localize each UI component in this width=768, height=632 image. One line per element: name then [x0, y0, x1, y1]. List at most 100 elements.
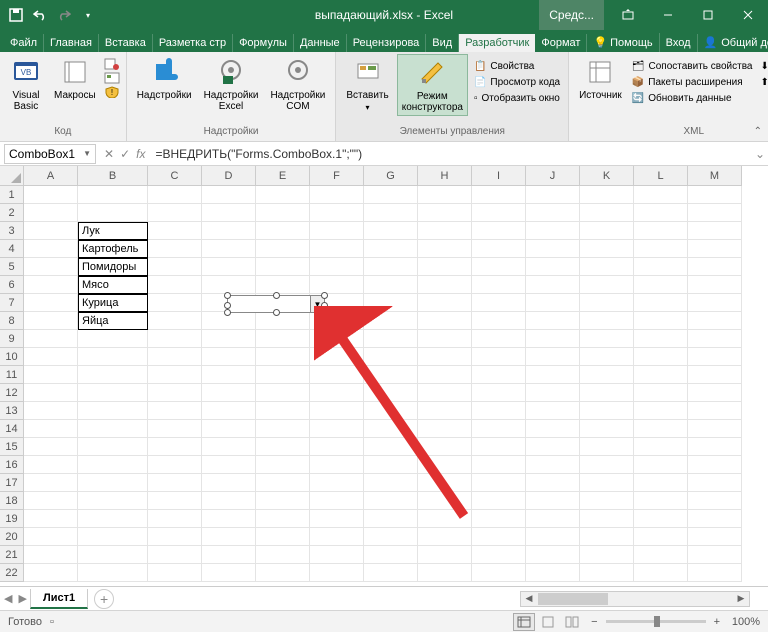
- cell[interactable]: [202, 258, 256, 276]
- cell[interactable]: [310, 528, 364, 546]
- cell[interactable]: [202, 204, 256, 222]
- cell[interactable]: [310, 222, 364, 240]
- cell[interactable]: [418, 456, 472, 474]
- save-icon[interactable]: [8, 7, 24, 23]
- cell[interactable]: [580, 222, 634, 240]
- cell[interactable]: [526, 438, 580, 456]
- cell[interactable]: [310, 348, 364, 366]
- cell[interactable]: [472, 384, 526, 402]
- cell[interactable]: [256, 438, 310, 456]
- cell[interactable]: [472, 546, 526, 564]
- tab-data[interactable]: Данные: [294, 34, 347, 52]
- cell[interactable]: [202, 546, 256, 564]
- cell[interactable]: [418, 240, 472, 258]
- resize-handle[interactable]: [321, 302, 328, 309]
- cell[interactable]: [526, 186, 580, 204]
- cell[interactable]: [688, 564, 742, 582]
- macro-security-icon[interactable]: !: [104, 86, 120, 98]
- cell[interactable]: [634, 546, 688, 564]
- cell[interactable]: [526, 528, 580, 546]
- cell[interactable]: [148, 348, 202, 366]
- collapse-ribbon-icon[interactable]: ⌃: [754, 126, 762, 137]
- cell[interactable]: [526, 258, 580, 276]
- column-header[interactable]: C: [148, 166, 202, 186]
- cell[interactable]: [24, 528, 78, 546]
- qat-customize-icon[interactable]: ▾: [80, 7, 96, 23]
- cell[interactable]: [688, 510, 742, 528]
- source-button[interactable]: Источник: [575, 54, 626, 103]
- row-header[interactable]: 16: [0, 456, 24, 474]
- row-header[interactable]: 1: [0, 186, 24, 204]
- cell[interactable]: [256, 330, 310, 348]
- tab-view[interactable]: Вид: [426, 34, 459, 52]
- cell[interactable]: [418, 420, 472, 438]
- cell-b7[interactable]: Курица: [78, 294, 148, 312]
- row-header[interactable]: 10: [0, 348, 24, 366]
- sheet-tab[interactable]: Лист1: [30, 589, 88, 609]
- cell[interactable]: [202, 240, 256, 258]
- cell[interactable]: [418, 528, 472, 546]
- cell[interactable]: [202, 420, 256, 438]
- record-macro-icon[interactable]: [104, 58, 120, 70]
- cell[interactable]: [364, 420, 418, 438]
- cell[interactable]: [364, 510, 418, 528]
- scroll-right-icon[interactable]: ▶: [733, 592, 749, 606]
- cell[interactable]: [580, 330, 634, 348]
- cell[interactable]: [472, 366, 526, 384]
- cell[interactable]: [310, 366, 364, 384]
- cell[interactable]: [148, 456, 202, 474]
- cell[interactable]: [256, 204, 310, 222]
- formula-input[interactable]: =ВНЕДРИТЬ("Forms.ComboBox.1";""): [149, 147, 752, 161]
- cell[interactable]: [24, 294, 78, 312]
- insert-control-button[interactable]: Вставить ▾: [342, 54, 392, 114]
- cell[interactable]: [310, 186, 364, 204]
- cell[interactable]: [688, 492, 742, 510]
- contextual-tab-label[interactable]: Средс...: [539, 0, 604, 30]
- column-header[interactable]: H: [418, 166, 472, 186]
- row-header[interactable]: 20: [0, 528, 24, 546]
- cell[interactable]: [148, 402, 202, 420]
- tab-developer[interactable]: Разработчик: [459, 34, 535, 52]
- cell[interactable]: [310, 546, 364, 564]
- tab-login[interactable]: Вход: [660, 34, 698, 52]
- cell[interactable]: [310, 474, 364, 492]
- cell[interactable]: [580, 258, 634, 276]
- run-dialog-button[interactable]: ▫Отобразить окно: [472, 92, 562, 105]
- cell[interactable]: [24, 258, 78, 276]
- cell[interactable]: [148, 312, 202, 330]
- cell[interactable]: [148, 384, 202, 402]
- spreadsheet-grid[interactable]: ABCDEFGHIJKLM 12345678910111213141516171…: [0, 166, 768, 586]
- cell[interactable]: [24, 240, 78, 258]
- cell[interactable]: [580, 204, 634, 222]
- cell[interactable]: [580, 456, 634, 474]
- cell[interactable]: [580, 384, 634, 402]
- cell[interactable]: [418, 222, 472, 240]
- redo-icon[interactable]: [56, 7, 72, 23]
- cell[interactable]: [310, 402, 364, 420]
- export-button[interactable]: ⬆Экспорт: [758, 76, 768, 89]
- minimize-button[interactable]: [648, 0, 688, 30]
- cell[interactable]: [24, 510, 78, 528]
- cell[interactable]: [472, 294, 526, 312]
- undo-icon[interactable]: [32, 7, 48, 23]
- resize-handle[interactable]: [224, 292, 231, 299]
- cell[interactable]: [526, 330, 580, 348]
- cell[interactable]: [78, 186, 148, 204]
- row-header[interactable]: 15: [0, 438, 24, 456]
- cell[interactable]: [472, 492, 526, 510]
- row-header[interactable]: 21: [0, 546, 24, 564]
- cell[interactable]: [24, 366, 78, 384]
- zoom-slider-thumb[interactable]: [654, 616, 660, 627]
- addins-button[interactable]: Надстройки: [133, 54, 196, 103]
- expansion-packs-button[interactable]: 📦Пакеты расширения: [630, 76, 755, 89]
- cell[interactable]: [472, 402, 526, 420]
- cell[interactable]: [256, 492, 310, 510]
- cell[interactable]: [472, 204, 526, 222]
- row-header[interactable]: 6: [0, 276, 24, 294]
- cell[interactable]: [310, 438, 364, 456]
- cell[interactable]: [78, 384, 148, 402]
- cell[interactable]: [364, 294, 418, 312]
- resize-handle[interactable]: [273, 292, 280, 299]
- cell[interactable]: [526, 546, 580, 564]
- column-header[interactable]: L: [634, 166, 688, 186]
